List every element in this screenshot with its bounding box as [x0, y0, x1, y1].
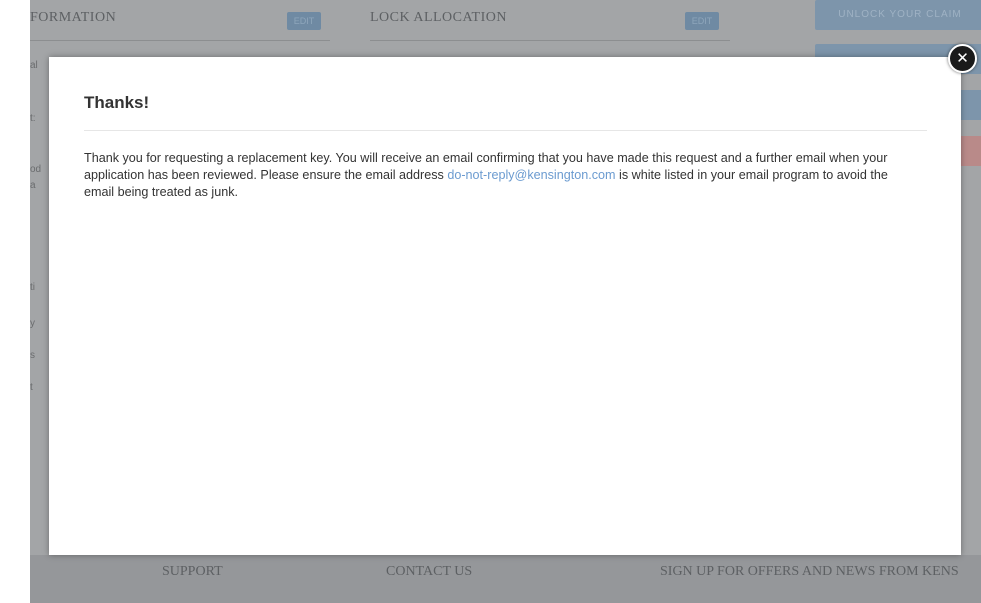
close-button[interactable]: ✕: [948, 44, 977, 73]
bg-footer-contact: CONTACT US: [386, 564, 473, 579]
modal-divider: [84, 130, 927, 131]
bg-divider: [30, 40, 330, 41]
modal-title: Thanks!: [84, 93, 150, 112]
email-link[interactable]: do-not-reply@kensington.com: [447, 168, 615, 182]
bg-footer-support: SUPPORT: [162, 564, 223, 579]
bg-edit-button: EDIT: [685, 12, 719, 30]
close-icon: ✕: [956, 49, 969, 67]
bg-text-fragment: s: [30, 350, 35, 361]
bg-text-fragment: t: [30, 382, 33, 393]
thanks-modal: Thanks! Thank you for requesting a repla…: [49, 57, 961, 555]
bg-text-fragment: ti: [30, 282, 35, 293]
modal-message: Thank you for requesting a replacement k…: [84, 150, 902, 201]
bg-side-button: UNLOCK YOUR CLAIM: [815, 0, 981, 30]
bg-divider: [370, 40, 730, 41]
bg-side-button-label: UNLOCK YOUR CLAIM: [838, 9, 962, 20]
bg-heading-information: FORMATION: [30, 10, 117, 25]
bg-text-fragment: al: [30, 60, 38, 71]
bg-footer-signup: SIGN UP FOR OFFERS AND NEWS FROM KENS: [660, 564, 959, 579]
bg-text-fragment: y: [30, 318, 35, 329]
bg-text-fragment: a: [30, 180, 36, 191]
bg-text-fragment: od: [30, 164, 42, 175]
bg-edit-button: EDIT: [287, 12, 321, 30]
bg-text-fragment: t:: [30, 113, 36, 124]
bg-heading-lock-allocation: LOCK ALLOCATION: [370, 10, 507, 25]
